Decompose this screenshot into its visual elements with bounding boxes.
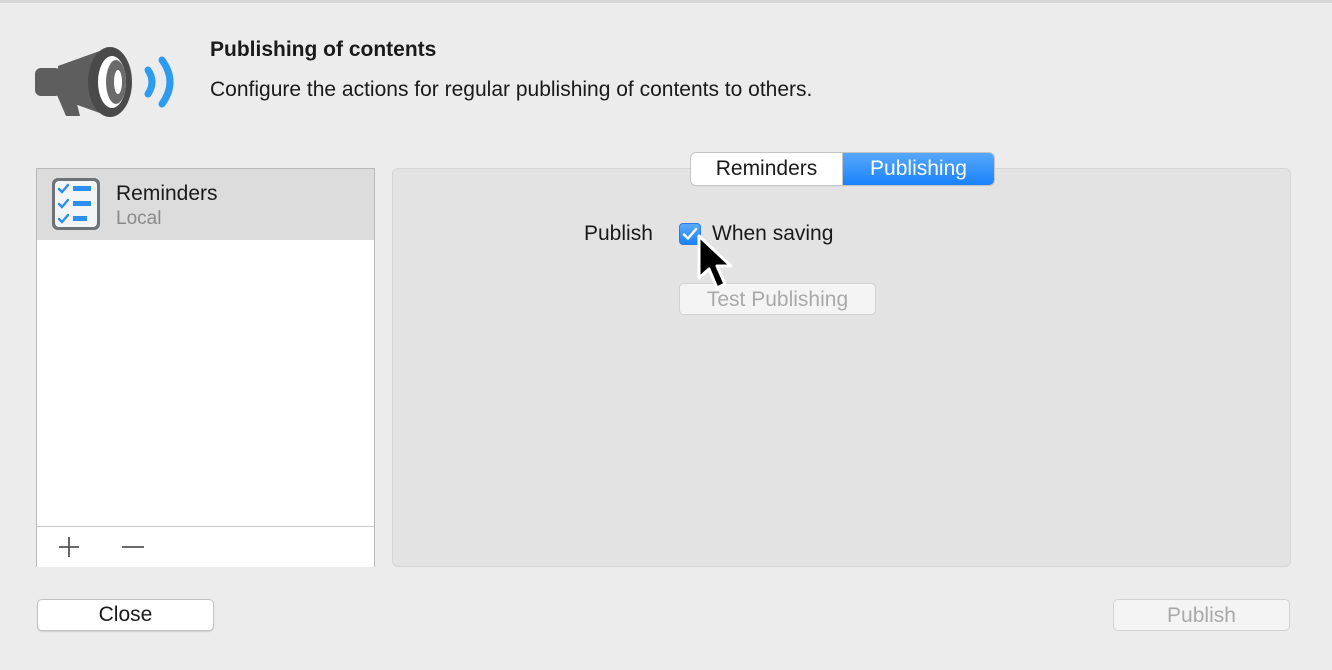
plus-icon xyxy=(59,537,79,557)
tab-bar: Reminders Publishing xyxy=(691,153,994,185)
list-item-title: Reminders xyxy=(116,182,218,205)
publish-button[interactable]: Publish xyxy=(1113,599,1290,631)
list-item-reminders[interactable]: Reminders Local xyxy=(37,169,374,240)
add-button[interactable] xyxy=(43,527,95,567)
page-description: Configure the actions for regular publis… xyxy=(210,78,813,101)
mouse-pointer-icon xyxy=(696,234,740,294)
minus-icon xyxy=(122,546,144,548)
list-item-subtitle: Local xyxy=(116,208,162,229)
reminders-list-icon xyxy=(51,177,101,231)
tab-reminders[interactable]: Reminders xyxy=(691,153,843,185)
list-footer xyxy=(37,526,374,567)
window-top-edge xyxy=(0,0,1332,3)
account-list: Reminders Local xyxy=(36,168,375,567)
close-button[interactable]: Close xyxy=(37,599,214,631)
remove-button[interactable] xyxy=(107,527,159,567)
megaphone-icon xyxy=(32,40,184,130)
detail-panel xyxy=(392,168,1291,567)
publish-label: Publish xyxy=(584,222,653,245)
page-title: Publishing of contents xyxy=(210,38,437,61)
tab-publishing[interactable]: Publishing xyxy=(843,153,994,185)
